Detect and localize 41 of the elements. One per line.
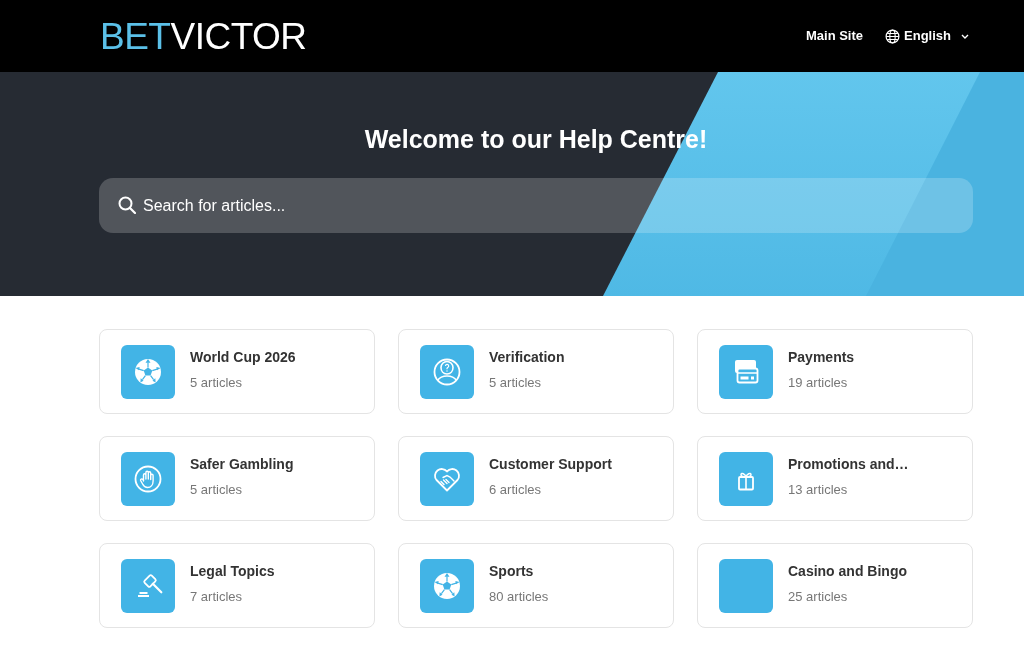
article-count: 5 articles [190,481,244,498]
article-count: 80 articles [489,588,549,605]
article-count: 7 articles [190,588,244,605]
article-count: 5 articles [190,374,244,391]
category-card[interactable]: Payments 19 articles [697,329,973,414]
article-count: 19 articles [788,374,849,391]
hand-icon [121,451,175,506]
category-title: Safer Gambling [190,455,294,473]
gift-icon [719,451,773,506]
category-title: Casino and Bingo [788,562,907,580]
article-count: 6 articles [489,481,543,498]
search-icon [118,196,136,214]
user-question-icon [420,344,474,399]
caret-icon [961,33,969,39]
category-card[interactable]: World Cup 2026 5 articles [99,329,375,414]
article-count: 25 articles [788,588,849,605]
category-title: Customer Support [489,455,612,473]
category-title: Sports [489,562,535,580]
main-site-link[interactable]: Main Site [805,26,864,46]
category-title: Verification [489,348,565,366]
category-title: Legal Topics [190,562,275,580]
category-title: World Cup 2026 [190,348,296,366]
category-card[interactable]: Verification 5 articles [398,329,674,414]
category-card[interactable]: Safer Gambling 5 articles [99,436,375,521]
category-card[interactable]: Sports 80 articles [398,543,674,628]
article-count: 13 articles [788,481,849,498]
category-title: Promotions and… [788,455,909,473]
article-count: 5 articles [489,374,543,391]
football-icon [121,344,175,399]
category-card[interactable]: Promotions and… 13 articles [697,436,973,521]
payment-card-icon [719,344,773,399]
category-card[interactable]: Casino and Bingo 25 articles [697,543,973,628]
blank-tile-icon [719,558,773,613]
football-icon [420,558,474,613]
logo[interactable]: BETVICTOR [100,17,307,55]
category-card[interactable]: Customer Support 6 articles [398,436,674,521]
gavel-icon [121,558,175,613]
category-card[interactable]: Legal Topics 7 articles [99,543,375,628]
globe-icon [885,28,901,44]
language-dropdown[interactable]: English [885,26,969,46]
category-title: Payments [788,348,855,366]
